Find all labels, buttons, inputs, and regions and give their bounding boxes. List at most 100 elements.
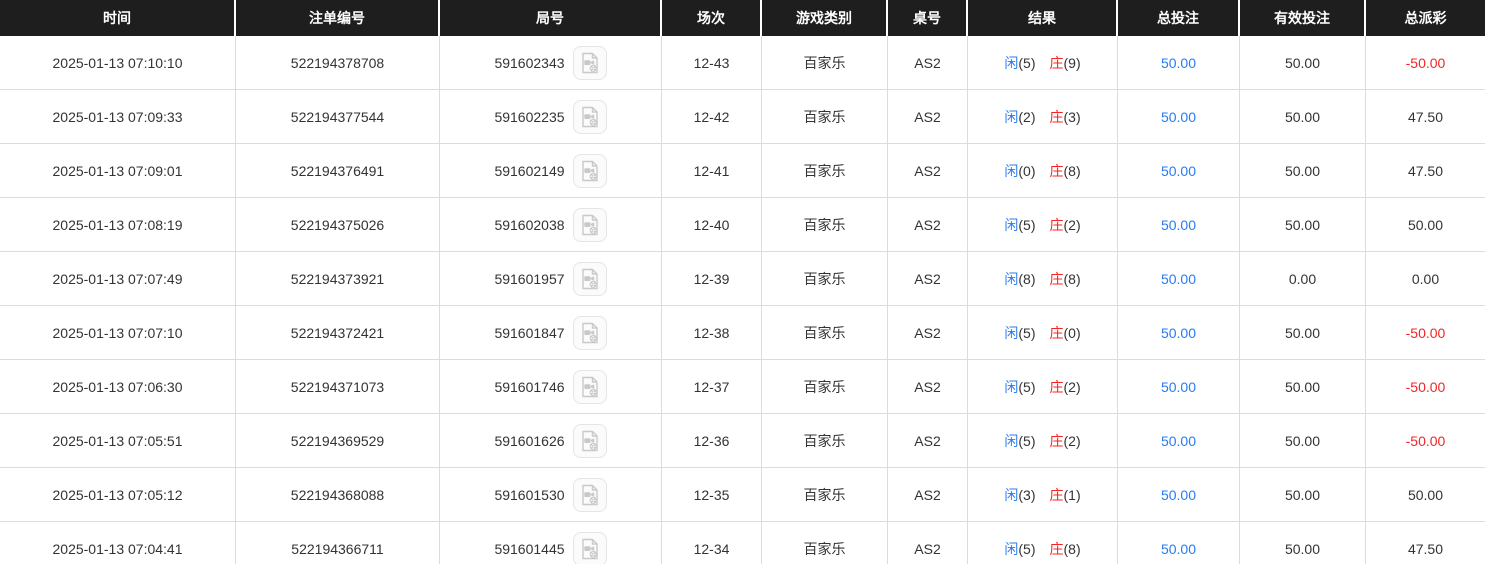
result-player-label: 闲 [1004,54,1019,71]
valid-bet-amount: 50.00 [1284,162,1321,179]
result-banker-score: (8) [1063,540,1081,557]
column-header-result: 结果 [968,0,1118,36]
cell-total-payout: -50.00 [1366,414,1485,467]
result-banker: 庄 (1) [1050,485,1081,505]
table-number: AS2 [914,486,941,503]
result-banker: 庄 (2) [1050,377,1081,397]
cell-valid-bet: 0.00 [1240,252,1366,305]
cell-valid-bet: 50.00 [1240,468,1366,521]
result-banker-score: (8) [1063,270,1081,287]
cell-result: 闲 (5) 庄 (2) [968,360,1118,413]
bet-number: 522194366711 [291,540,384,557]
total-bet-link[interactable]: 50.00 [1161,541,1196,557]
round-number: 591601957 [494,270,565,287]
result-banker-label: 庄 [1049,540,1064,557]
total-payout-amount: 0.00 [1411,270,1440,287]
bet-time: 2025-01-13 07:10:10 [52,54,183,71]
video-file-icon [581,160,598,181]
total-bet-link[interactable]: 50.00 [1161,487,1196,503]
cell-session: 12-36 [662,414,762,467]
total-bet-link[interactable]: 50.00 [1161,271,1196,287]
video-replay-button[interactable] [572,315,607,350]
cell-round-number: 591602038 [440,198,662,251]
session-number: 12-39 [693,270,730,287]
cell-round-number: 591601746 [440,360,662,413]
column-header-total-bet: 总投注 [1118,0,1240,36]
valid-bet-amount: 50.00 [1284,54,1321,71]
cell-table-number: AS2 [888,252,968,305]
cell-round-number: 591602343 [440,36,662,89]
result-player-label: 闲 [1004,324,1019,341]
total-bet-link[interactable]: 50.00 [1161,109,1196,125]
video-replay-button[interactable] [572,369,607,404]
video-replay-button[interactable] [572,531,607,564]
video-replay-button[interactable] [572,261,607,296]
cell-total-payout: 50.00 [1366,198,1485,251]
video-file-icon [581,106,598,127]
result-banker-label: 庄 [1049,486,1064,503]
video-file-icon [581,322,598,343]
bet-number: 522194369529 [290,432,385,449]
total-bet-link[interactable]: 50.00 [1161,163,1196,179]
cell-bet-number: 522194377544 [236,90,440,143]
game-type: 百家乐 [803,270,846,287]
video-replay-button[interactable] [572,423,607,458]
total-bet-link[interactable]: 50.00 [1161,325,1196,341]
video-replay-button[interactable] [572,153,607,188]
cell-table-number: AS2 [888,198,968,251]
bet-number: 522194378708 [290,54,385,71]
cell-valid-bet: 50.00 [1240,522,1366,564]
cell-table-number: AS2 [888,144,968,197]
cell-table-number: AS2 [888,36,968,89]
total-bet-link[interactable]: 50.00 [1161,217,1196,233]
bet-number: 522194375026 [290,216,385,233]
bet-number: 522194368088 [290,486,385,503]
result-banker-label: 庄 [1049,378,1064,395]
cell-bet-number: 522194378708 [236,36,440,89]
result-player-label: 闲 [1004,108,1019,125]
cell-total-bet: 50.00 [1118,198,1240,251]
cell-session: 12-41 [662,144,762,197]
result-banker: 庄 (8) [1050,269,1081,289]
bet-time: 2025-01-13 07:09:33 [52,108,183,125]
total-bet-link[interactable]: 50.00 [1161,55,1196,71]
result-player-label: 闲 [1004,378,1019,395]
table-row: 2025-01-13 07:07:49 522194373921 5916019… [0,252,1485,306]
total-bet-link[interactable]: 50.00 [1161,379,1196,395]
result-player-score: (5) [1018,540,1036,557]
result-player-score: (5) [1018,216,1036,233]
bet-time: 2025-01-13 07:08:19 [52,216,183,233]
cell-total-bet: 50.00 [1118,414,1240,467]
video-replay-button[interactable] [572,207,607,242]
valid-bet-amount: 50.00 [1284,108,1321,125]
cell-game-type: 百家乐 [762,252,888,305]
cell-total-bet: 50.00 [1118,468,1240,521]
table-number: AS2 [914,270,941,287]
bet-time: 2025-01-13 07:04:41 [52,540,183,557]
column-header-table-number: 桌号 [888,0,968,36]
cell-time: 2025-01-13 07:09:01 [0,144,236,197]
cell-time: 2025-01-13 07:06:30 [0,360,236,413]
table-row: 2025-01-13 07:08:19 522194375026 5916020… [0,198,1485,252]
bet-time: 2025-01-13 07:05:51 [52,432,183,449]
video-file-icon [581,538,598,559]
video-replay-button[interactable] [572,477,607,512]
video-replay-button[interactable] [572,45,607,80]
column-header-game-type: 游戏类别 [762,0,888,36]
cell-round-number: 591602235 [440,90,662,143]
cell-round-number: 591601957 [440,252,662,305]
valid-bet-amount: 0.00 [1288,270,1317,287]
total-bet-link[interactable]: 50.00 [1161,433,1196,449]
round-number: 591602235 [494,108,565,125]
table-number: AS2 [914,108,941,125]
cell-total-payout: 47.50 [1366,144,1485,197]
cell-time: 2025-01-13 07:04:41 [0,522,236,564]
table-row: 2025-01-13 07:05:12 522194368088 5916015… [0,468,1485,522]
result-player-score: (5) [1018,432,1036,449]
result-player: 闲 (5) [1004,53,1035,73]
total-payout-amount: 50.00 [1407,216,1444,233]
cell-total-payout: 47.50 [1366,90,1485,143]
cell-round-number: 591602149 [440,144,662,197]
video-replay-button[interactable] [572,99,607,134]
cell-result: 闲 (2) 庄 (3) [968,90,1118,143]
